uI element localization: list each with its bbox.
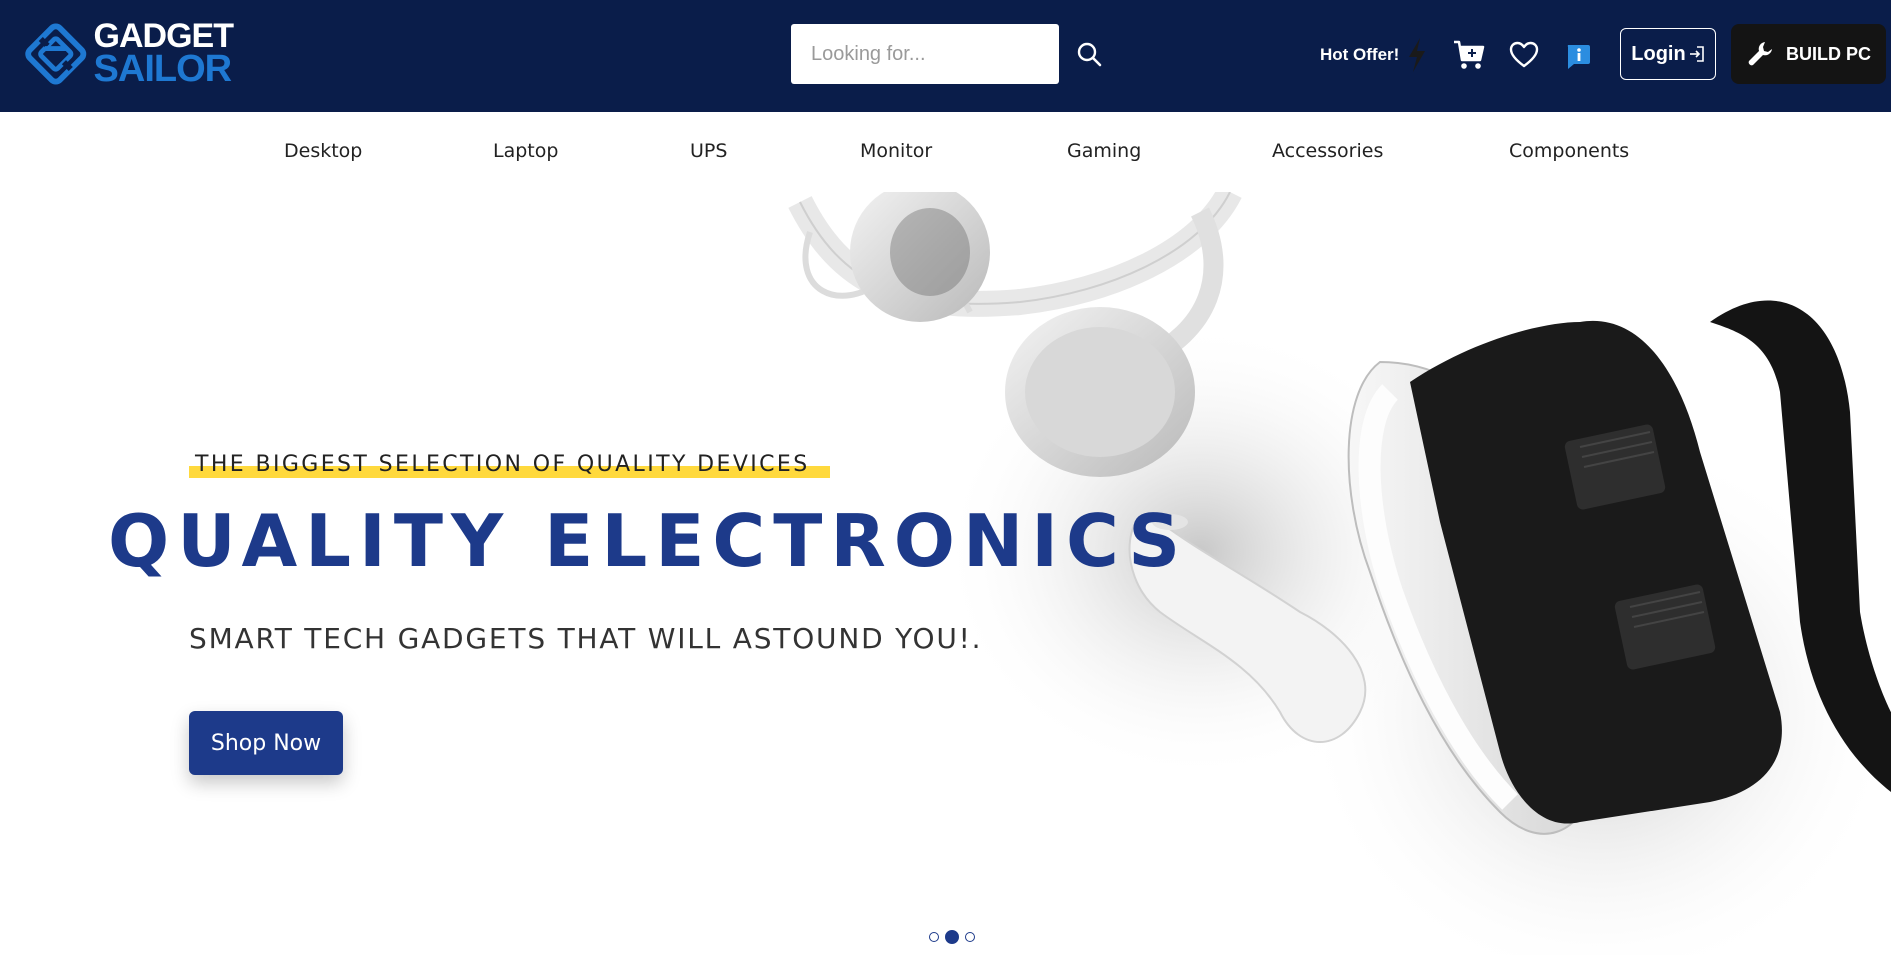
brand-logo[interactable]: GADGET SAILOR [23,19,234,91]
logo-line-2: SAILOR [93,48,233,91]
top-header: GADGET SAILOR Hot Offer! [0,0,1891,112]
category-nav: Desktop Laptop UPS Monitor Gaming Access… [0,112,1891,192]
nav-item-accessories[interactable]: Accessories [1272,140,1383,162]
hot-offer-link[interactable]: Hot Offer! [1320,36,1428,74]
nav-item-ups[interactable]: UPS [690,140,727,162]
lightning-icon [1409,38,1426,72]
nav-item-gaming[interactable]: Gaming [1067,140,1141,162]
info-icon [1567,45,1590,69]
hot-offer-label: Hot Offer! [1320,45,1400,64]
carousel-dot-1[interactable] [929,932,939,942]
hero-headline: QUALITY ELECTRONICS [108,499,1189,583]
build-pc-label: BUILD PC [1786,43,1871,64]
hero-banner: THE BIGGEST SELECTION OF QUALITY DEVICES… [0,192,1891,955]
nav-item-desktop[interactable]: Desktop [284,140,362,162]
carousel-dots [929,930,975,944]
login-label: Login [1631,42,1686,65]
carousel-dot-3[interactable] [965,932,975,942]
search-icon[interactable] [1075,40,1103,68]
cart-button[interactable] [1452,38,1486,72]
hero-eyebrow-wrap: THE BIGGEST SELECTION OF QUALITY DEVICES [189,452,830,478]
nav-item-laptop[interactable]: Laptop [493,140,558,162]
logo-wordmark: GADGET SAILOR [93,19,234,91]
wrench-icon [1748,42,1772,66]
login-icon [1689,46,1704,62]
build-pc-button[interactable]: BUILD PC [1731,24,1886,84]
nav-item-monitor[interactable]: Monitor [860,140,932,162]
nav-item-components[interactable]: Components [1509,140,1629,162]
heart-icon [1509,41,1539,68]
login-button[interactable]: Login [1620,28,1716,80]
carousel-dot-2[interactable] [945,930,959,944]
search-input[interactable] [791,24,1059,84]
cart-icon [1454,40,1485,69]
logo-mark-icon [25,23,87,85]
wishlist-button[interactable] [1508,40,1540,70]
hero-subheadline: SMART TECH GADGETS THAT WILL ASTOUND YOU… [189,622,983,655]
shop-now-button[interactable]: Shop Now [189,711,343,775]
info-button[interactable] [1563,41,1593,71]
hero-eyebrow: THE BIGGEST SELECTION OF QUALITY DEVICES [195,452,810,477]
